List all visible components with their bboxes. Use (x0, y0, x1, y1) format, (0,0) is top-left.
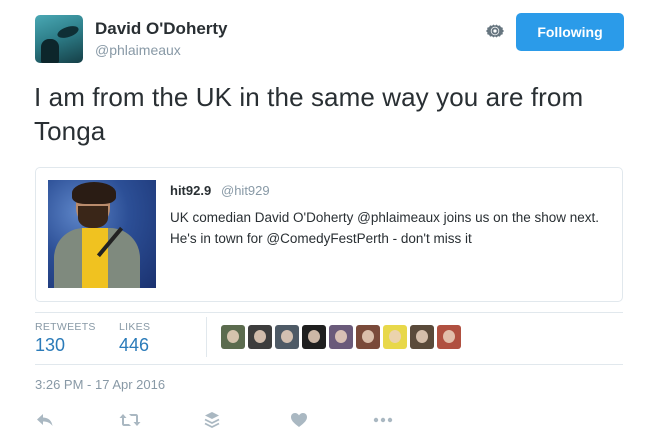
like-icon[interactable] (287, 409, 311, 431)
author-avatar[interactable] (35, 15, 83, 63)
retweet-icon[interactable] (118, 409, 142, 431)
liker-avatar[interactable] (383, 325, 407, 349)
gear-icon[interactable] (484, 20, 506, 42)
liker-avatar[interactable] (302, 325, 326, 349)
tweet-timestamp[interactable]: 3:26 PM - 17 Apr 2016 (35, 377, 165, 392)
liker-avatar[interactable] (329, 325, 353, 349)
following-button[interactable]: Following (516, 13, 624, 51)
liker-avatar[interactable] (356, 325, 380, 349)
stats-separator (206, 317, 207, 357)
retweets-count[interactable]: 130 (35, 335, 65, 356)
divider (35, 364, 623, 365)
quoted-author-handle[interactable]: @hit929 (221, 183, 270, 198)
likes-count[interactable]: 446 (119, 335, 149, 356)
tweet-text: I am from the UK in the same way you are… (34, 82, 584, 146)
buffer-icon[interactable] (200, 409, 224, 431)
quoted-tweet-image[interactable] (48, 180, 156, 288)
quoted-tweet-text: UK comedian David O'Doherty @phlaimeaux … (170, 210, 599, 246)
retweets-label[interactable]: RETWEETS (35, 321, 96, 333)
author-handle[interactable]: @phlaimeaux (95, 42, 181, 58)
liker-avatars (221, 325, 461, 349)
liker-avatar[interactable] (221, 325, 245, 349)
liker-avatar[interactable] (437, 325, 461, 349)
likes-label[interactable]: LIKES (119, 321, 150, 333)
author-name[interactable]: David O'Doherty (95, 19, 228, 39)
liker-avatar[interactable] (248, 325, 272, 349)
divider (35, 312, 623, 313)
quoted-author-name[interactable]: hit92.9 (170, 183, 211, 198)
more-icon[interactable] (371, 409, 395, 431)
liker-avatar[interactable] (275, 325, 299, 349)
reply-icon[interactable] (33, 409, 57, 431)
liker-avatar[interactable] (410, 325, 434, 349)
